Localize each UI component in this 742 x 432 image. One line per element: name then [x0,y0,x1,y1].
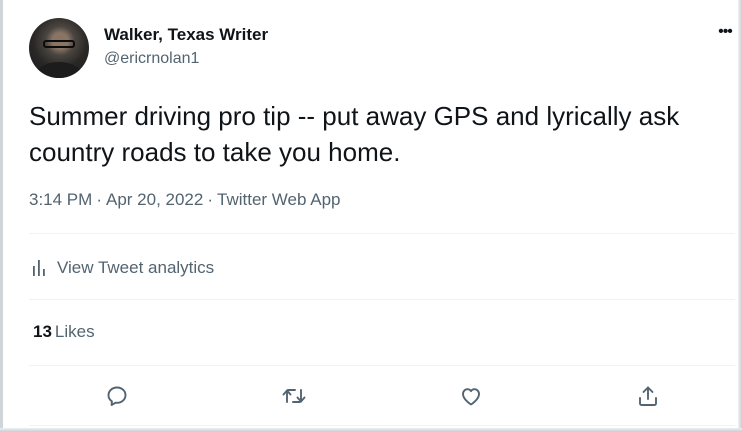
avatar[interactable] [29,18,89,78]
divider [29,299,735,300]
likes-stat[interactable]: 13 Likes [33,322,95,342]
tweet-meta: 3:14 PM · Apr 20, 2022 · Twitter Web App [29,190,340,210]
heart-icon [459,384,483,408]
tweet-date[interactable]: Apr 20, 2022 [106,190,203,209]
share-button[interactable] [634,382,662,410]
tweet-time[interactable]: 3:14 PM [29,190,92,209]
retweet-icon [281,384,307,408]
divider [29,425,735,426]
bar-chart-icon [29,258,49,278]
reply-icon [105,384,129,408]
likes-count: 13 [33,322,52,341]
divider [29,365,735,366]
like-button[interactable] [457,382,485,410]
avatar-shirt [35,62,83,78]
tweet-card: Walker, Texas Writer @ericrnolan1 ••• Su… [0,0,742,432]
meta-separator: · [96,190,102,209]
retweet-button[interactable] [280,382,308,410]
author-name[interactable]: Walker, Texas Writer [104,25,268,45]
author-handle[interactable]: @ericrnolan1 [104,50,199,68]
tweet-text: Summer driving pro tip -- put away GPS a… [29,101,680,167]
avatar-glasses [43,40,75,48]
meta-separator: · [207,190,214,209]
window-edge-shadow [738,0,742,432]
divider [29,233,735,234]
reply-button[interactable] [103,382,131,410]
analytics-label: View Tweet analytics [57,258,215,277]
tweet-source[interactable]: Twitter Web App [217,190,340,209]
likes-label: Likes [54,322,95,341]
share-icon [636,384,660,408]
more-horizontal-icon[interactable]: ••• [715,22,735,42]
window-edge-shadow [0,428,742,432]
view-analytics-link[interactable]: View Tweet analytics [29,256,214,280]
